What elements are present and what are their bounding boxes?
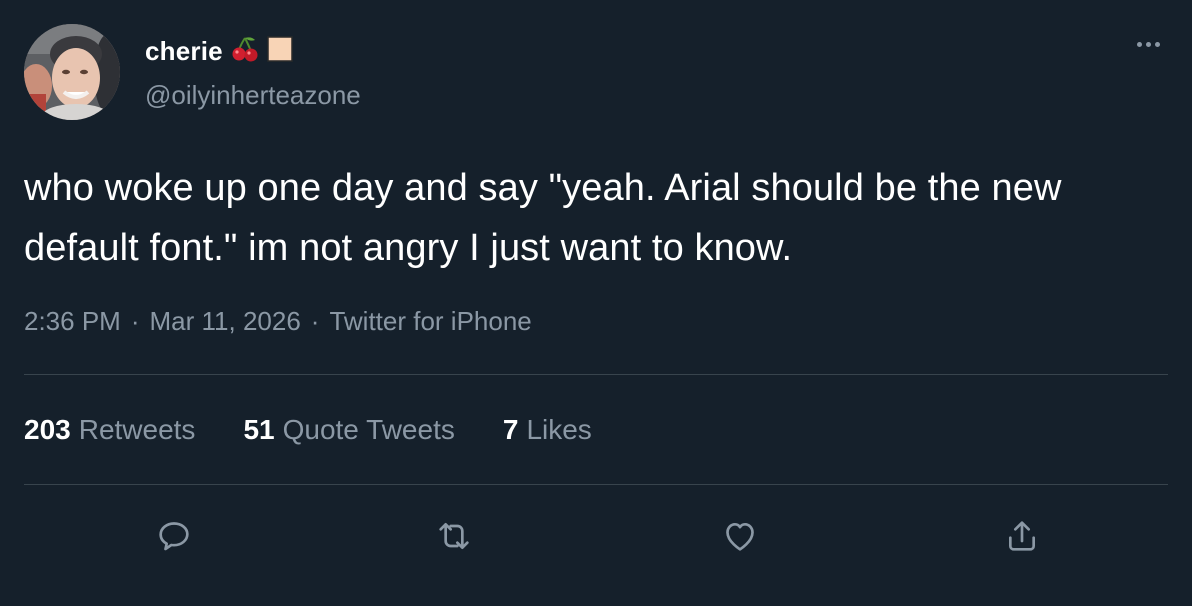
share-icon bbox=[1009, 521, 1035, 551]
tweet-card: cherie @oilyinherteazone who woke up one… bbox=[0, 0, 1192, 606]
like-button[interactable] bbox=[716, 512, 764, 560]
engagement-stats: 203 Retweets 51 Quote Tweets 7 Likes bbox=[24, 414, 592, 446]
quotes-label: Quote Tweets bbox=[282, 414, 455, 445]
reply-button[interactable] bbox=[150, 512, 198, 560]
quote-tweets-stat[interactable]: 51 Quote Tweets bbox=[243, 414, 454, 446]
author-name-row[interactable]: cherie bbox=[145, 36, 293, 67]
author-handle[interactable]: @oilyinherteazone bbox=[145, 80, 361, 111]
retweets-stat[interactable]: 203 Retweets bbox=[24, 414, 195, 446]
likes-label: Likes bbox=[526, 414, 592, 445]
retweets-label: Retweets bbox=[78, 414, 196, 445]
meta-separator: · bbox=[130, 306, 140, 336]
like-icon bbox=[726, 523, 754, 551]
quotes-count: 51 bbox=[243, 414, 275, 445]
reply-icon bbox=[159, 522, 189, 551]
divider bbox=[24, 484, 1168, 485]
cherries-emoji bbox=[231, 36, 259, 67]
tweet-text: who woke up one day and say "yeah. Arial… bbox=[24, 167, 1062, 269]
retweet-icon bbox=[439, 523, 469, 549]
tweet-date[interactable]: Mar 11, 2026 bbox=[150, 306, 301, 337]
divider bbox=[24, 374, 1168, 375]
share-button[interactable] bbox=[998, 512, 1046, 560]
action-bar bbox=[0, 512, 1192, 560]
retweets-count: 203 bbox=[24, 414, 71, 445]
peach-square-emoji bbox=[267, 36, 293, 67]
tweet-source[interactable]: Twitter for iPhone bbox=[329, 306, 531, 337]
more-dot-icon bbox=[1136, 41, 1142, 47]
tweet-time[interactable]: 2:36 PM bbox=[24, 306, 121, 337]
avatar[interactable] bbox=[24, 24, 120, 120]
retweet-button[interactable] bbox=[430, 512, 478, 560]
likes-stat[interactable]: 7 Likes bbox=[503, 414, 592, 446]
likes-count: 7 bbox=[502, 414, 519, 445]
more-dot-icon bbox=[1145, 41, 1151, 47]
more-options-button[interactable] bbox=[1128, 30, 1168, 58]
more-dot-icon bbox=[1154, 41, 1160, 47]
avatar-photo bbox=[24, 24, 120, 120]
meta-separator: · bbox=[310, 306, 320, 336]
display-name[interactable]: cherie bbox=[145, 36, 223, 67]
tweet-meta: 2:36 PM · Mar 11, 2026 · Twitter for iPh… bbox=[24, 306, 532, 337]
